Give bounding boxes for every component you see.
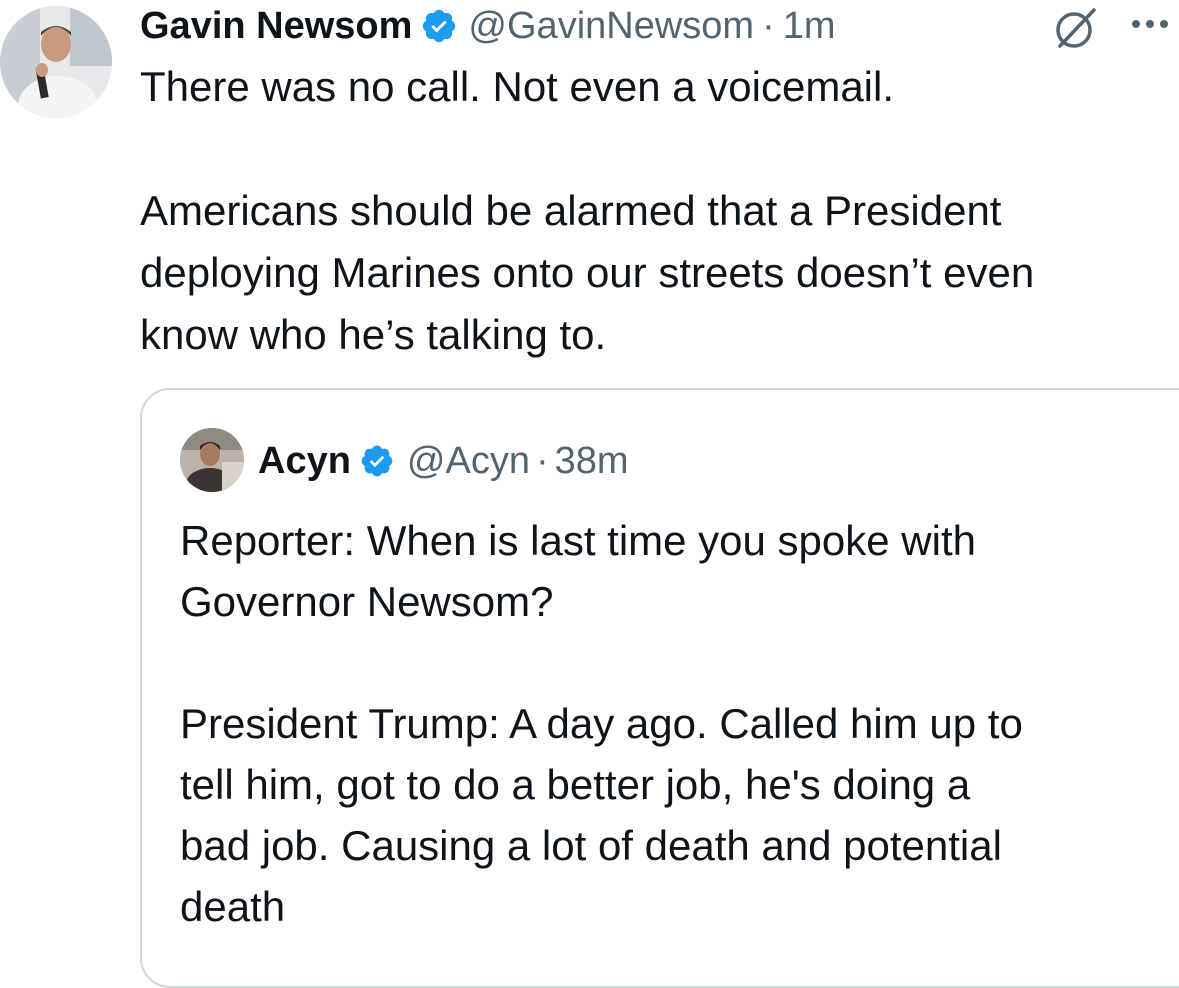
quoted-text-line: bad job. Causing a lot of death and pote…	[180, 822, 1002, 869]
quoted-text-line: President Trump: A day ago. Called him u…	[180, 700, 1023, 747]
quoted-author-name[interactable]: Acyn	[258, 440, 351, 483]
separator-dot: ·	[762, 4, 775, 47]
quoted-tweet[interactable]: Acyn @Acyn · 38m Reporter: When is last …	[140, 388, 1179, 988]
tweet-text-line: Americans should be alarmed that a Presi…	[140, 187, 1002, 234]
quoted-tweet-header: Acyn @Acyn · 38m	[258, 434, 629, 488]
tweet-timestamp[interactable]: 1m	[783, 5, 836, 48]
tweet-text-line: There was no call. Not even a voicemail.	[140, 63, 895, 110]
tweet-header: Gavin Newsom @GavinNewsom · 1m	[140, 0, 836, 52]
more-options-icon[interactable]	[1126, 14, 1179, 34]
grok-icon[interactable]	[1052, 4, 1100, 52]
verified-badge-icon	[420, 7, 458, 45]
quoted-author-avatar[interactable]	[180, 428, 244, 492]
author-name[interactable]: Gavin Newsom	[140, 5, 412, 48]
quoted-tweet-timestamp[interactable]: 38m	[555, 440, 629, 483]
quoted-author-handle[interactable]: @Acyn	[407, 440, 530, 483]
author-handle[interactable]: @GavinNewsom	[468, 5, 754, 48]
author-avatar[interactable]	[0, 6, 112, 118]
separator-dot: ·	[535, 439, 549, 482]
quoted-text-line: death	[180, 883, 286, 930]
quoted-text-line: Reporter: When is last time you spoke wi…	[180, 517, 976, 564]
tweet-text: There was no call. Not even a voicemail.…	[140, 56, 1179, 366]
quoted-text-line: tell him, got to do a better job, he's d…	[180, 761, 971, 808]
tweet-text-line: know who he’s talking to.	[140, 311, 607, 358]
verified-badge-icon	[359, 443, 395, 479]
tweet-text-line: deploying Marines onto our streets doesn…	[140, 249, 1035, 296]
quoted-tweet-text: Reporter: When is last time you spoke wi…	[180, 510, 1179, 937]
tweet: Gavin Newsom @GavinNewsom · 1m There was…	[0, 0, 1179, 988]
quoted-text-line: Governor Newsom?	[180, 578, 554, 625]
